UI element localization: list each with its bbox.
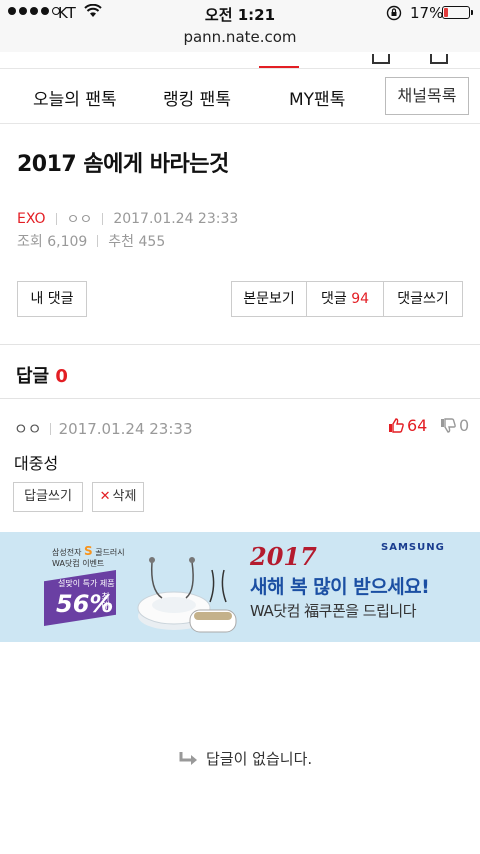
post-meta: EXO ㅇㅇ 2017.01.24 23:33 (17, 209, 238, 229)
status-bar: KT 오전 1:21 17% (0, 0, 480, 26)
close-icon: ✕ (99, 489, 111, 504)
battery-percent: 17% (410, 4, 444, 22)
rotation-lock-icon (386, 5, 402, 21)
ad-banner[interactable]: 삼성전자 S 골드러시 WA닷컴 이벤트 설맞이 특가 제품 56% 최대 20… (0, 532, 480, 642)
tab-my[interactable]: MY팬톡 (289, 85, 345, 110)
divider (55, 213, 57, 225)
samsung-logo: SAMSUNG (381, 542, 445, 553)
divider (97, 235, 99, 247)
menu-edge-icon[interactable] (372, 54, 390, 64)
top-strip (0, 52, 480, 69)
like-count: 64 (407, 416, 428, 435)
comments-label: 댓글 (320, 291, 347, 307)
write-comment-button[interactable]: 댓글쓰기 (383, 281, 463, 317)
empty-replies-text: 답글이 없습니다. (206, 750, 313, 768)
url-text: pann.nate.com (183, 28, 297, 46)
post-category[interactable]: EXO (17, 211, 46, 227)
section-divider (0, 398, 480, 399)
post-recommends: 추천 455 (108, 234, 166, 250)
replies-count: 0 (55, 366, 68, 387)
like-button[interactable]: 64 (388, 416, 427, 435)
tab-ranking[interactable]: 랭킹 팬톡 (163, 85, 231, 110)
reply-button[interactable]: 답글쓰기 (13, 482, 83, 512)
product-image (137, 557, 237, 633)
view-post-button[interactable]: 본문보기 (231, 281, 307, 317)
clock: 오전 1:21 (204, 6, 276, 24)
comment-date: 2017.01.24 23:33 (58, 419, 193, 438)
comments-count: 94 (351, 291, 370, 307)
menu-edge-icon[interactable] (430, 54, 448, 64)
url-bar[interactable]: pann.nate.com (0, 26, 480, 52)
ad-headline: 새해 복 많이 받으세요! (250, 576, 430, 598)
reply-arrow-icon (179, 751, 197, 765)
divider (102, 213, 104, 225)
battery-icon (442, 6, 473, 19)
tab-today[interactable]: 오늘의 팬톡 (33, 85, 117, 110)
ad-year: 2017 (250, 542, 317, 571)
post-author: ㅇㅇ (66, 212, 93, 228)
thumbs-down-icon (441, 418, 456, 433)
my-comments-button[interactable]: 내 댓글 (17, 281, 87, 317)
ad-brand: 삼성전자 S 골드러시 (52, 544, 125, 558)
replies-header: 답글 0 (16, 362, 68, 388)
comments-button[interactable]: 댓글 94 (306, 281, 384, 317)
channel-list-button[interactable]: 채널목록 (385, 77, 469, 115)
divider (49, 422, 51, 435)
dislike-count: 0 (459, 416, 470, 435)
comment-body: 대중성 (14, 454, 59, 473)
post-date: 2017.01.24 23:33 (113, 211, 239, 227)
ad-promo-max: 최대 (99, 592, 109, 610)
replies-label: 답글 (16, 366, 50, 387)
empty-replies: 답글이 없습니다. (178, 748, 312, 769)
ad-promo-line: 설맞이 특가 제품 (58, 579, 115, 588)
post-views: 조회 6,109 (17, 234, 88, 250)
ad-event: WA닷컴 이벤트 (52, 559, 105, 568)
ad-subline: WA닷컴 福쿠폰을 드립니다 (250, 602, 417, 620)
dislike-button[interactable]: 0 (440, 416, 469, 435)
delete-button[interactable]: ✕ 삭제 (92, 482, 144, 512)
post-title: 2017 솜에게 바라는것 (17, 152, 229, 177)
thumbs-up-icon (389, 418, 404, 433)
post-stats: 조회 6,109 추천 455 (17, 231, 165, 251)
delete-label: 삭제 (112, 489, 137, 504)
section-divider (0, 344, 480, 345)
comment-meta: ㅇㅇ 2017.01.24 23:33 (14, 418, 193, 439)
tab-bar: 오늘의 팬톡 랭킹 팬톡 MY팬톡 채널목록 (0, 68, 480, 124)
comment-author: ㅇㅇ (14, 420, 42, 438)
